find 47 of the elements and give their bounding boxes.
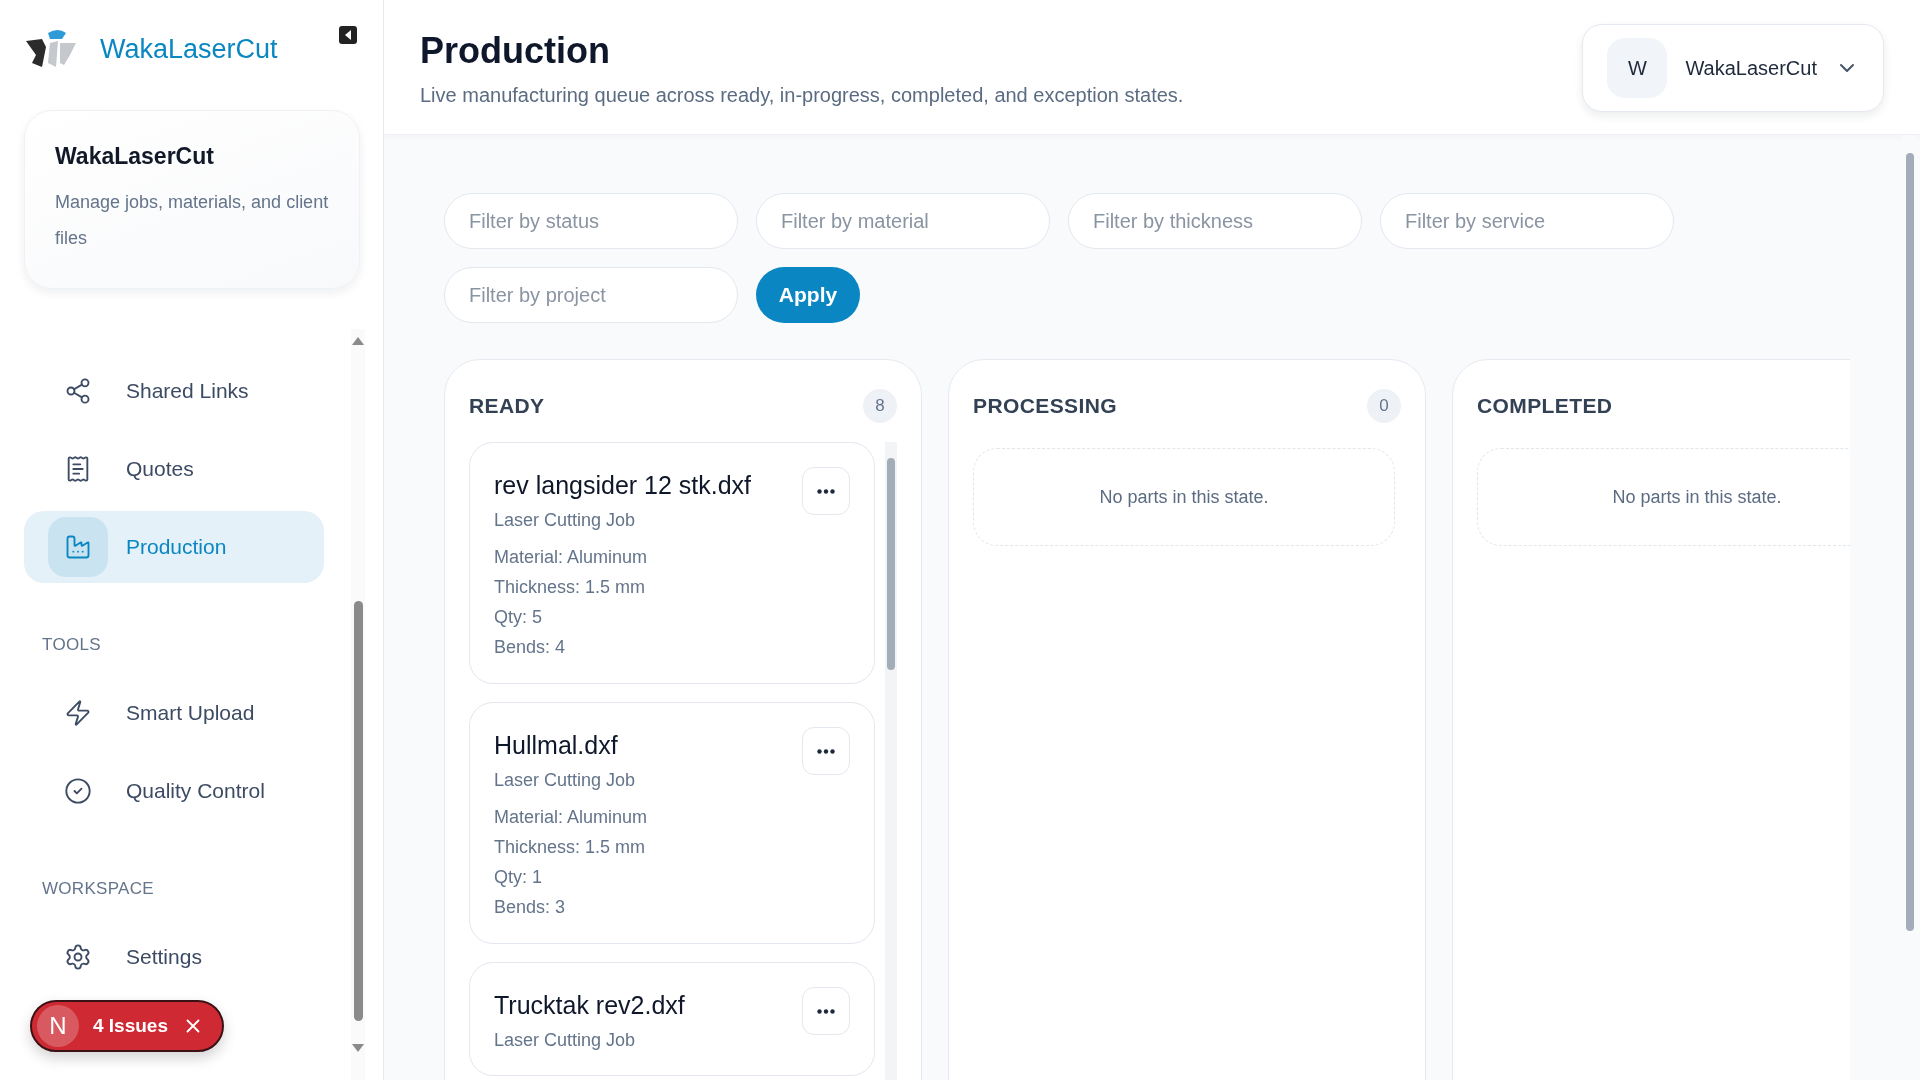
count-badge: 0: [1367, 389, 1401, 423]
job-detail: Bends: 4: [494, 636, 567, 659]
n-logo: N: [37, 1005, 79, 1047]
account-name: WakaLaserCut: [1685, 56, 1817, 80]
nav-item[interactable]: Quality Control: [24, 755, 324, 827]
job-detail: Material: Aluminum: [494, 806, 649, 829]
section-heading: TOOLS: [41, 634, 102, 656]
job-detail: Thickness: 1.5 mm: [494, 836, 647, 859]
nav-item[interactable]: Quotes: [24, 433, 324, 505]
account-menu[interactable]: W WakaLaserCut: [1582, 24, 1884, 112]
job-name: Trucktak rev2.dxf: [494, 991, 686, 1020]
brand-name: WakaLaserCut: [100, 33, 278, 65]
nav-item[interactable]: Settings: [24, 921, 324, 993]
job-card[interactable]: Hullmal.dxf Laser Cutting Job Material: Aluminum Thickness: 1.5 mm Qty: 1 Bends: 3: [469, 702, 875, 944]
issues-label: 4 Issues: [93, 1015, 168, 1037]
filter-field[interactable]: Filter by service: [1380, 193, 1674, 249]
job-name: Hullmal.dxf: [494, 731, 619, 760]
job-name: rev langsider 12 stk.dxf: [494, 471, 753, 500]
empty-state: No parts in this state.: [973, 448, 1395, 546]
filter-field[interactable]: Filter by material: [756, 193, 1050, 249]
job-detail: Qty: 1: [494, 866, 543, 889]
column-title: PROCESSING: [973, 394, 1118, 418]
issues-badge[interactable]: N 4 Issues: [30, 1000, 224, 1052]
job-card[interactable]: Trucktak rev2.dxf Laser Cutting Job: [469, 962, 875, 1076]
nav-item[interactable]: Smart Upload: [24, 677, 324, 749]
job-detail: Thickness: 1.5 mm: [494, 576, 647, 599]
job-type: Laser Cutting Job: [494, 510, 637, 531]
section-heading: WORKSPACE: [41, 878, 155, 900]
job-detail: Material: Aluminum: [494, 546, 649, 569]
job-type: Laser Cutting Job: [494, 770, 637, 791]
filter-field[interactable]: Filter by project: [444, 267, 738, 323]
column-title: COMPLETED: [1477, 394, 1613, 418]
apply-button[interactable]: Apply: [756, 267, 860, 323]
count-badge: 8: [863, 389, 897, 423]
avatar: W: [1607, 38, 1668, 98]
job-card[interactable]: rev langsider 12 stk.dxf Laser Cutting Job Material: Aluminum Thickness: 1.5 mm Qty: 5 Bends: 4: [469, 442, 875, 684]
page-subtitle: Live manufacturing queue across ready, in-progress, completed, and exception states.: [420, 84, 1184, 107]
workspace-description: Manage jobs, materials, and client files: [55, 191, 329, 250]
column-title: READY: [469, 394, 545, 418]
job-type: Laser Cutting Job: [494, 1030, 637, 1051]
workspace-title: WakaLaserCut: [55, 143, 215, 170]
page-title: Production: [420, 30, 611, 72]
filter-field[interactable]: Filter by thickness: [1068, 193, 1362, 249]
job-detail: Qty: 5: [494, 606, 543, 629]
job-detail: Bends: 3: [494, 896, 567, 919]
filter-field[interactable]: Filter by status: [444, 193, 738, 249]
nav-item[interactable]: Shared Links: [24, 355, 324, 427]
